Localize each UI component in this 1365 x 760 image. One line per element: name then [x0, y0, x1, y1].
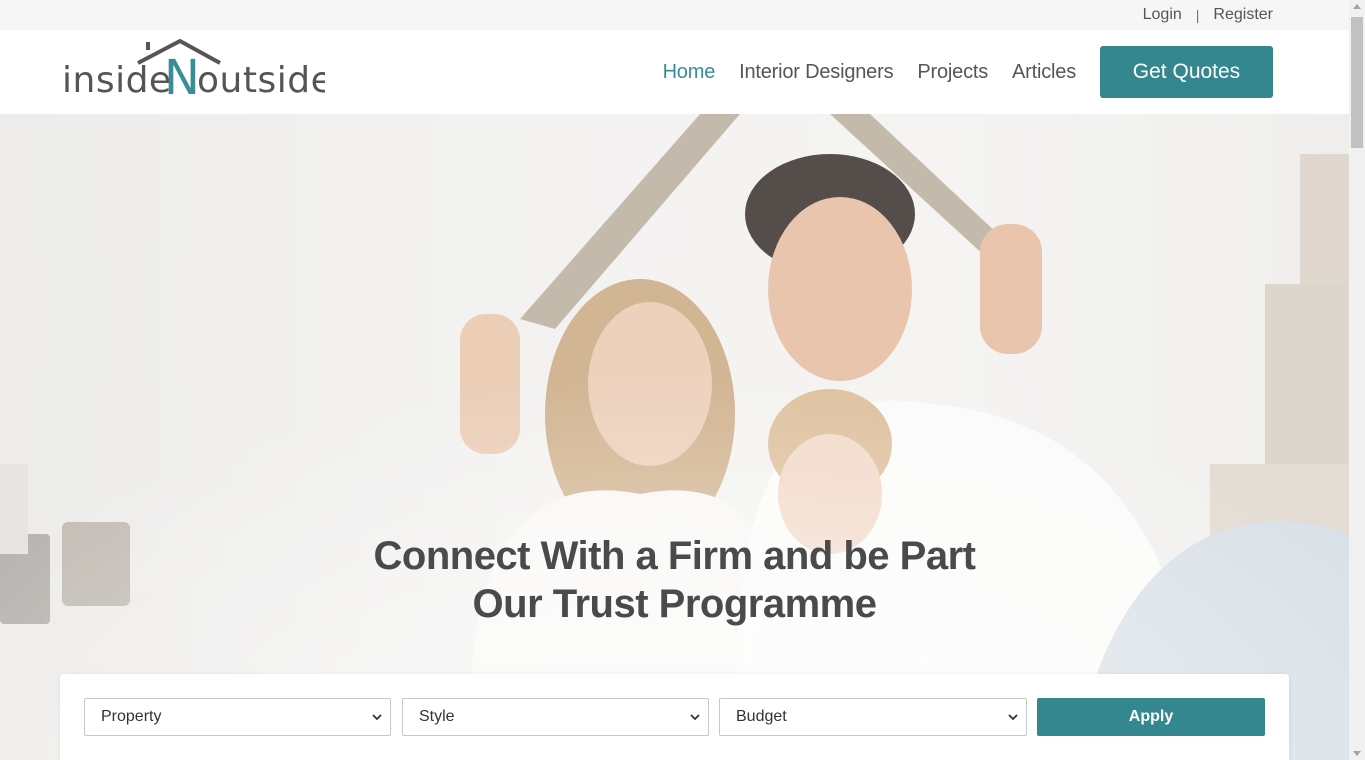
nav-projects[interactable]: Projects — [917, 61, 988, 84]
budget-select-value: Budget — [736, 708, 787, 725]
property-select[interactable]: Property — [84, 698, 391, 736]
filter-panel: Property Style Budget Apply — [60, 674, 1289, 760]
register-link[interactable]: Register — [1213, 6, 1273, 24]
login-link[interactable]: Login — [1143, 6, 1182, 24]
hero-title: Connect With a Firm and be Part Our Trus… — [0, 532, 1349, 628]
hero-family-photo — [0, 114, 1349, 760]
property-select-value: Property — [101, 708, 162, 725]
scroll-down-arrow-icon[interactable] — [1353, 751, 1361, 756]
style-select-value: Style — [419, 708, 455, 725]
chevron-down-icon — [690, 714, 700, 721]
apply-button[interactable]: Apply — [1037, 698, 1265, 736]
nav-home[interactable]: Home — [663, 61, 716, 84]
hero-banner: Connect With a Firm and be Part Our Trus… — [0, 114, 1349, 760]
hero-title-line-1: Connect With a Firm and be Part — [373, 534, 976, 578]
chevron-down-icon — [372, 714, 382, 721]
site-logo[interactable]: inside N outside — [60, 36, 333, 106]
logo-image: inside N outside — [62, 38, 333, 106]
logo-text-n: N — [164, 50, 200, 102]
nav-articles[interactable]: Articles — [1012, 61, 1076, 84]
logo-text-inside: inside — [62, 60, 172, 101]
budget-select[interactable]: Budget — [719, 698, 1027, 736]
main-nav: Home Interior Designers Projects Article… — [639, 46, 1273, 98]
separator: | — [1195, 7, 1200, 23]
style-select[interactable]: Style — [402, 698, 709, 736]
logo-text-outside: outside — [197, 60, 325, 101]
nav-interior-designers[interactable]: Interior Designers — [739, 61, 893, 84]
get-quotes-button[interactable]: Get Quotes — [1100, 46, 1273, 98]
scroll-thumb[interactable] — [1351, 17, 1363, 148]
chevron-down-icon — [1008, 714, 1018, 721]
hero-title-line-2: Our Trust Programme — [472, 582, 877, 626]
scroll-up-arrow-icon[interactable] — [1353, 4, 1361, 9]
site-header: inside N outside Home Interior Designers… — [0, 30, 1349, 114]
top-utility-bar: Login | Register — [0, 0, 1349, 30]
page-scrollbar[interactable] — [1349, 0, 1365, 760]
